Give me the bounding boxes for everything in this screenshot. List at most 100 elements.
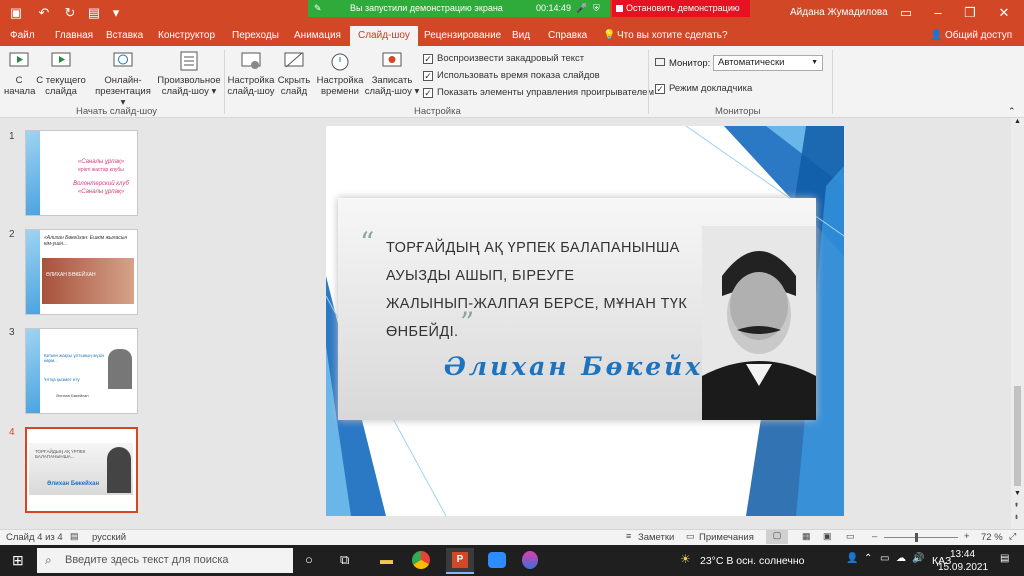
slideshow-view-icon[interactable]: ▭ [846, 531, 855, 542]
play-narrations-checkbox[interactable]: ✓ Воспроизвести закадровый текст [423, 53, 584, 64]
chrome-icon[interactable] [412, 551, 430, 569]
rehearse-timings-button[interactable]: Настройка времени [316, 50, 364, 97]
stop-icon [616, 5, 623, 12]
windows-start-icon[interactable]: ⊞ [12, 552, 24, 569]
redo-icon[interactable]: ↻ [62, 5, 78, 21]
group-label-setup: Настройка [414, 106, 461, 117]
tell-me-search[interactable]: Что вы хотите сделать? [617, 30, 728, 41]
btn-line2: начала [4, 86, 36, 97]
collapse-ribbon-icon[interactable]: ⌃ [1008, 106, 1016, 117]
notifications-icon[interactable]: ▤ [1000, 553, 1009, 564]
people-icon[interactable]: 👤 [846, 553, 858, 564]
scroll-down-icon[interactable]: ▼ [1014, 490, 1021, 497]
monitor-select[interactable]: Автоматически ▼ [713, 55, 823, 71]
comments-icon: ▭ [686, 531, 695, 541]
btn-line1: Настройка [227, 75, 275, 86]
vertical-scrollbar[interactable]: ▲ ▼ ⇞ ⇟ [1011, 118, 1024, 529]
check-label: Воспроизвести закадровый текст [437, 53, 585, 64]
qat-dropdown-icon[interactable]: ▾ [108, 5, 124, 21]
zoom-slider[interactable] [884, 537, 958, 538]
stopwatch-icon [331, 53, 349, 71]
group-label-start: Начать слайд-шоу [76, 106, 158, 117]
tab-file[interactable]: Файл [10, 30, 35, 41]
network-icon[interactable]: ▭ [880, 553, 889, 564]
setup-slideshow-button[interactable]: Настройка слайд-шоу [226, 50, 276, 97]
zoom-in-icon[interactable]: + [964, 531, 970, 542]
tab-insert[interactable]: Вставка [106, 30, 143, 41]
current-slide[interactable]: “ ТОРҒАЙДЫҢ АҚ ҮРПЕК БАЛАПАНЫНША АУЫЗДЫ … [326, 126, 844, 516]
use-timings-checkbox[interactable]: ✓ Использовать время показа слайдов [423, 70, 600, 81]
slide-thumbnail-1[interactable]: «Саналы ұрпақ» ерікті жастар клубы Волон… [25, 130, 138, 216]
next-slide-icon[interactable]: ⇟ [1014, 514, 1019, 521]
from-current-slide-button[interactable]: С текущего слайда [36, 50, 86, 97]
minimize-icon[interactable]: – [930, 5, 946, 21]
cortana-icon[interactable]: ○ [305, 552, 313, 567]
portrait-image [108, 349, 132, 389]
thumb-decor [26, 230, 40, 314]
btn-line1: Скрыть [277, 75, 311, 86]
ribbon-display-icon[interactable]: ▭ [898, 5, 914, 21]
thumb-number: 1 [9, 131, 15, 142]
record-slideshow-button[interactable]: Записать слайд-шоу ▾ [364, 50, 420, 97]
thumb-portrait-banner: ӘЛИХАН БӨКЕЙХАН [42, 258, 134, 304]
task-view-icon[interactable]: ⧉ [340, 552, 349, 568]
person-icon: 👤 [930, 30, 943, 41]
tray-chevron-icon[interactable]: ⌃ [864, 553, 872, 564]
custom-slideshow-button[interactable]: Произвольное слайд-шоу ▾ [157, 50, 221, 97]
taskbar-search-box[interactable]: ⌕ Введите здесь текст для поиска [37, 548, 293, 573]
slide-thumbnail-4[interactable]: ТОРҒАЙДЫҢ АҚ ҮРПЕК БАЛАПАНЫНША... Әлихан… [25, 427, 138, 513]
slide-thumbnail-2[interactable]: «Алихан Бөкейхан: Ешкім жыласын кім-ушін… [25, 229, 138, 315]
show-media-controls-checkbox[interactable]: ✓ Показать элементы управления проигрыват… [423, 87, 654, 98]
record-icon [382, 52, 402, 67]
tab-review[interactable]: Рецензирование [424, 30, 501, 41]
previous-slide-icon[interactable]: ⇞ [1014, 502, 1019, 509]
group-separator [648, 50, 649, 114]
clock-time[interactable]: 13:44 [950, 549, 975, 560]
tab-view[interactable]: Вид [512, 30, 530, 41]
scroll-up-icon[interactable]: ▲ [1014, 118, 1021, 125]
reading-view-icon[interactable]: ▣ [823, 531, 832, 542]
tab-home[interactable]: Главная [55, 30, 93, 41]
slide-sorter-icon[interactable]: ▦ [802, 531, 811, 542]
spellcheck-icon[interactable]: ▤ [70, 531, 79, 542]
microphone-icon[interactable]: 🎤 [576, 0, 587, 17]
onedrive-icon[interactable]: ☁ [896, 553, 906, 564]
restore-icon[interactable]: ❐ [962, 5, 978, 21]
tab-help[interactable]: Справка [548, 30, 587, 41]
notes-button[interactable]: Заметки [638, 532, 674, 543]
weather-text[interactable]: 23°C В осн. солнечно [700, 555, 805, 567]
paint-app-icon[interactable] [522, 551, 538, 569]
tab-slideshow[interactable]: Слайд-шоу [350, 26, 418, 46]
tab-transitions[interactable]: Переходы [232, 30, 279, 41]
file-explorer-icon[interactable]: ▬ [380, 552, 393, 567]
slide-thumbnail-3[interactable]: Кеткен жақсы ұлтының жүзін көрм... Ұлтқа… [25, 328, 138, 414]
tab-animations[interactable]: Анимация [294, 30, 341, 41]
from-beginning-button[interactable]: Сначала [4, 50, 36, 97]
zoom-app-icon[interactable] [488, 552, 506, 568]
volume-icon[interactable]: 🔊 [912, 553, 924, 564]
fit-to-window-icon[interactable]: ⤢ [1009, 531, 1016, 542]
tab-design[interactable]: Конструктор [158, 30, 215, 41]
save-icon[interactable]: ▣ [8, 5, 24, 21]
hide-slide-button[interactable]: Скрыть слайд [276, 50, 312, 97]
share-button[interactable]: Общий доступ [945, 30, 1012, 41]
normal-view-icon[interactable]: ▢ [766, 530, 788, 544]
user-name[interactable]: Айдана Жумадилова [790, 7, 888, 18]
pin-icon[interactable]: ✎ [314, 0, 322, 17]
stop-share-button[interactable]: Остановить демонстрацию [612, 0, 750, 17]
scroll-thumb[interactable] [1014, 386, 1021, 486]
language-indicator[interactable]: русский [92, 532, 126, 543]
presenter-view-checkbox[interactable]: ✓ Режим докладчика [655, 83, 752, 94]
ribbon-tabs: Файл Главная Вставка Конструктор Переход… [0, 26, 1024, 46]
comments-button[interactable]: Примечания [699, 532, 754, 543]
thumb-subtitle: ерікті жастар клубы [78, 167, 124, 173]
close-icon[interactable]: ✕ [996, 5, 1012, 21]
zoom-out-icon[interactable]: – [872, 531, 877, 542]
present-online-button[interactable]: Онлайн-презентация ▾ [92, 50, 154, 108]
undo-icon[interactable]: ↶ [36, 5, 52, 21]
clock-date[interactable]: 15.09.2021 [938, 562, 988, 573]
present-icon[interactable]: ▤ [86, 5, 102, 21]
check-label: Режим докладчика [669, 83, 753, 94]
zoom-slider-thumb[interactable] [915, 533, 918, 542]
zoom-level[interactable]: 72 % [981, 532, 1003, 543]
